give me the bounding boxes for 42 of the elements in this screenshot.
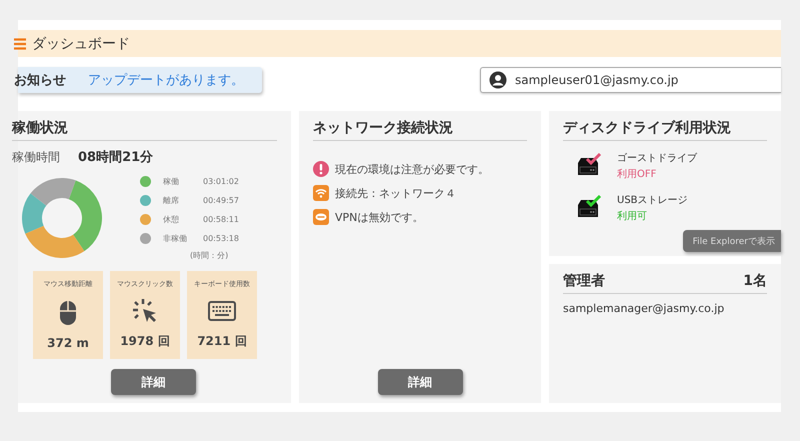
legend-label: 離席 — [163, 194, 180, 206]
legend-value: 00:49:57 — [203, 196, 239, 204]
drive-name: ゴーストドライブ — [617, 152, 697, 165]
file-explorer-button[interactable]: File Explorerで表示 — [682, 230, 781, 252]
drive-name: USBストレージ — [617, 194, 688, 207]
operating-time-label: 稼働時間 — [12, 149, 60, 166]
admin-count: 1名 — [743, 272, 767, 290]
details-button[interactable]: 詳細 — [111, 369, 196, 395]
legend-value: 00:58:11 — [203, 214, 239, 224]
unit-note: (時間：分) — [190, 250, 230, 261]
tile-value: 7211 回 — [197, 333, 247, 350]
admin-email: samplemanager@jasmy.co.jp — [563, 302, 726, 315]
legend-value: 00:53:18 — [203, 234, 239, 242]
keyboard-icon — [208, 301, 236, 321]
network-status-text: VPNは無効です。 — [335, 210, 424, 224]
update-link[interactable]: アップデートがあります。 — [88, 70, 244, 88]
menu-icon[interactable] — [14, 38, 26, 50]
notice-label: お知らせ — [14, 72, 66, 88]
panel-title: 稼働状況 — [12, 119, 277, 141]
cursor-click-icon — [132, 298, 158, 324]
mouse-icon — [60, 300, 76, 324]
tile-value: 1978 回 — [120, 333, 170, 350]
user-avatar-icon — [489, 70, 507, 88]
legend-label: 休憩 — [163, 214, 180, 224]
vpn-icon — [313, 209, 329, 225]
panel-title: ディスクドライブ利用状況 — [563, 119, 767, 141]
drive-status: 利用OFF — [617, 168, 658, 181]
details-button[interactable]: 詳細 — [378, 369, 462, 395]
user-account-field[interactable]: sampleuser01@jasmy.co.jp — [480, 66, 781, 92]
admin-label: 管理者 — [563, 272, 605, 290]
panel-title: ネットワーク接続状況 — [313, 119, 527, 141]
network-status-text: 接続先：ネットワーク４ — [335, 186, 456, 200]
page-title: ダッシュボード — [32, 34, 130, 52]
legend-value: 03:01:02 — [203, 176, 239, 186]
legend-label: 非稼働 — [163, 232, 188, 244]
network-status-text: 現在の環境は注意が必要です。 — [335, 162, 489, 176]
exclamation-icon — [313, 161, 329, 177]
legend-label: 稼働 — [163, 176, 180, 186]
operating-time-value: 08時間21分 — [78, 149, 154, 166]
tile-value: 372 m — [47, 336, 89, 350]
drive-status: 利用可 — [617, 210, 648, 223]
wifi-icon — [313, 185, 329, 201]
